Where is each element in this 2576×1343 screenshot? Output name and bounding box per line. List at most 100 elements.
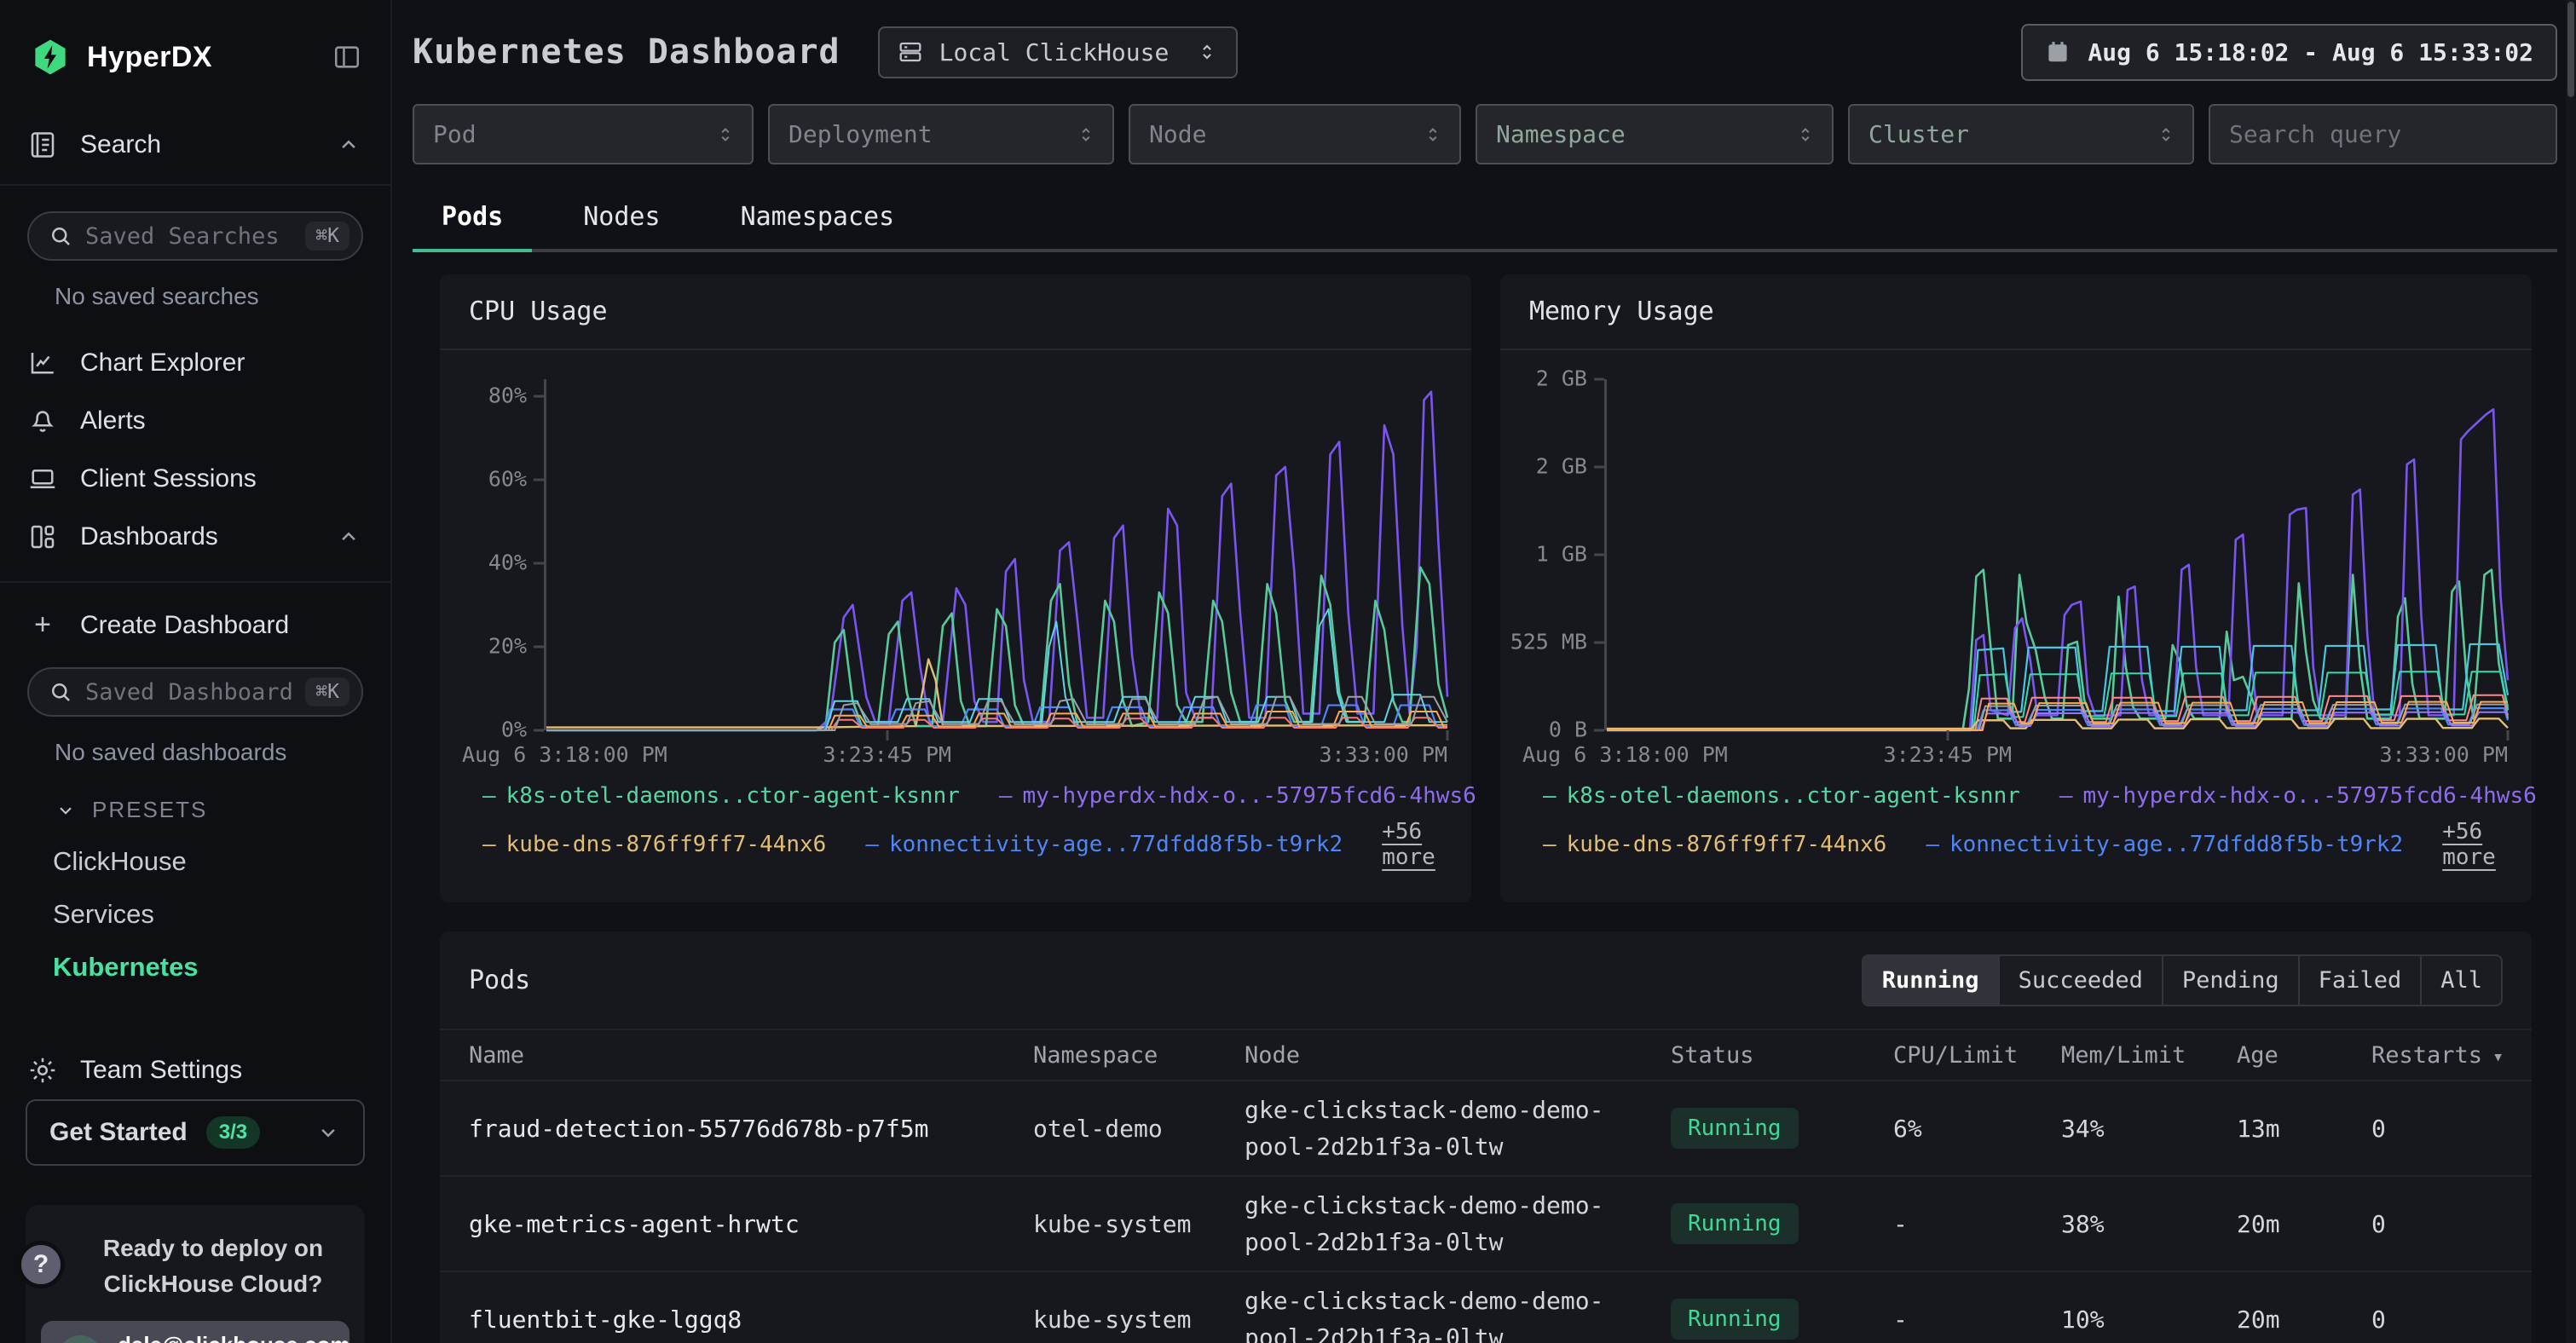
- saved-searches-field[interactable]: [85, 223, 293, 250]
- status-badge: Running: [1671, 1299, 1799, 1340]
- col-status[interactable]: Status: [1671, 1042, 1893, 1069]
- legend-item[interactable]: —my-hyperdx-hdx-o..-57975fcd6-4hws6: [2059, 783, 2537, 809]
- deployment-filter-select[interactable]: Deployment: [768, 104, 1114, 164]
- tab-bar: Pods Nodes Namespaces: [413, 187, 2557, 252]
- cpu-y-axis: 0%20%40%60%80%: [440, 379, 544, 730]
- legend-item[interactable]: —konnectivity-age..77dfdd8f5b-t9rk2: [865, 832, 1343, 857]
- select-updown-icon: [2155, 124, 2177, 146]
- x-tick-mark: [886, 730, 888, 741]
- get-started-button[interactable]: Get Started 3/3: [26, 1099, 365, 1166]
- search-query-input[interactable]: [2229, 120, 2537, 148]
- legend-item[interactable]: —kube-dns-876ff9ff7-44nx6: [482, 832, 826, 857]
- namespace-filter-select[interactable]: Namespace: [1476, 104, 1834, 164]
- memory-chart-plot[interactable]: [1604, 379, 2508, 730]
- status-filter-failed[interactable]: Failed: [2300, 956, 2423, 1005]
- pod-name: fraud-detection-55776d678b-p7f5m: [469, 1115, 1033, 1143]
- col-mem-limit[interactable]: Mem/Limit: [2061, 1042, 2237, 1069]
- col-age[interactable]: Age: [2237, 1042, 2371, 1069]
- sidebar-item-client-sessions[interactable]: Client Sessions: [0, 450, 390, 508]
- saved-dashboards-input[interactable]: ⌘K: [27, 667, 363, 717]
- cloud-promo-card[interactable]: ? Ready to deploy on ClickHouse Cloud? D…: [26, 1205, 365, 1343]
- x-tick-mark: [1447, 730, 1449, 741]
- sidebar-item-search[interactable]: Search: [0, 116, 390, 186]
- legend-item[interactable]: —konnectivity-age..77dfdd8f5b-t9rk2: [1926, 832, 2403, 857]
- pod-restarts: 0: [2371, 1115, 2503, 1143]
- pod-age: 20m: [2237, 1306, 2371, 1334]
- y-tick-label: 2 GB: [1500, 455, 1587, 480]
- cluster-filter-select[interactable]: Cluster: [1848, 104, 2194, 164]
- legend-item[interactable]: —my-hyperdx-hdx-o..-57975fcd6-4hws6: [999, 783, 1476, 809]
- legend-more-link[interactable]: +56 more: [2442, 819, 2504, 870]
- cpu-usage-panel: CPU Usage 0%20%40%60%80% Aug 6 3:18:00 P…: [440, 274, 1471, 902]
- col-cpu-limit[interactable]: CPU/Limit: [1893, 1042, 2061, 1069]
- node-filter-select[interactable]: Node: [1129, 104, 1461, 164]
- saved-searches-input[interactable]: ⌘K: [27, 211, 363, 261]
- pod-node: gke-clickstack-demo-demo-pool-2d2b1f3a-0…: [1245, 1187, 1606, 1261]
- preset-item-kubernetes[interactable]: Kubernetes: [0, 941, 390, 994]
- col-namespace[interactable]: Namespace: [1033, 1042, 1245, 1069]
- sidebar-item-label: Team Settings: [80, 1056, 242, 1085]
- status-filter-all[interactable]: All: [2422, 956, 2501, 1005]
- pod-filter-select[interactable]: Pod: [413, 104, 754, 164]
- y-tick-label: 80%: [440, 383, 527, 408]
- tab-nodes[interactable]: Nodes: [554, 187, 689, 249]
- chevron-up-icon[interactable]: [336, 524, 361, 550]
- sidebar-item-chart-explorer[interactable]: Chart Explorer: [0, 334, 390, 392]
- col-name[interactable]: Name: [469, 1042, 1033, 1069]
- memory-usage-panel: Memory Usage 0 B525 MB1 GB2 GB2 GB Aug 6…: [1500, 274, 2532, 902]
- preset-item-services[interactable]: Services: [0, 888, 390, 941]
- x-tick-label: 3:33:00 PM: [1319, 742, 1447, 767]
- no-saved-searches-note: No saved searches: [0, 261, 390, 334]
- sidebar-item-alerts[interactable]: Alerts: [0, 392, 390, 450]
- sidebar-item-dashboards[interactable]: Dashboards: [0, 508, 390, 566]
- saved-dashboards-field[interactable]: [85, 679, 293, 706]
- chart-icon: [27, 348, 58, 378]
- tab-pods[interactable]: Pods: [413, 187, 532, 249]
- legend-more-link[interactable]: +56 more: [1382, 819, 1444, 870]
- source-select[interactable]: Local ClickHouse: [878, 26, 1238, 78]
- scrollbar-thumb[interactable]: [2567, 2, 2574, 97]
- col-restarts[interactable]: Restarts▾: [2371, 1042, 2504, 1069]
- user-menu[interactable]: D dale@clickhouse.com dale@clickhouse.co…: [41, 1321, 349, 1343]
- hyperdx-logo-icon: [31, 37, 70, 77]
- table-row[interactable]: fluentbit-gke-lggq8 kube-system gke-clic…: [440, 1272, 2532, 1343]
- y-tick-label: 60%: [440, 467, 527, 492]
- cpu-chart-plot[interactable]: [544, 379, 1447, 730]
- status-filter-pending[interactable]: Pending: [2163, 956, 2300, 1005]
- search-icon: [48, 223, 73, 249]
- chart-line-svg: [1607, 379, 2508, 730]
- col-node[interactable]: Node: [1245, 1042, 1671, 1069]
- preset-item-clickhouse[interactable]: ClickHouse: [0, 835, 390, 888]
- collapse-sidebar-icon[interactable]: [332, 43, 361, 72]
- charts-row: CPU Usage 0%20%40%60%80% Aug 6 3:18:00 P…: [440, 274, 2532, 902]
- table-row[interactable]: gke-metrics-agent-hrwtc kube-system gke-…: [440, 1177, 2532, 1272]
- sidebar: HyperDX Search ⌘K No saved searches Char…: [0, 0, 392, 1343]
- journal-search-icon: [27, 130, 58, 160]
- shortcut-badge: ⌘K: [305, 222, 349, 251]
- page-scrollbar[interactable]: [2566, 0, 2576, 1343]
- dashboard-grid-icon: [27, 522, 58, 552]
- topbar: Kubernetes Dashboard Local ClickHouse Au…: [413, 0, 2557, 104]
- status-filter-running[interactable]: Running: [1863, 956, 2000, 1005]
- sidebar-item-team-settings[interactable]: Team Settings: [0, 1041, 390, 1099]
- presets-toggle[interactable]: PRESETS: [0, 771, 390, 835]
- table-row[interactable]: fraud-detection-55776d678b-p7f5m otel-de…: [440, 1081, 2532, 1177]
- chevron-down-icon: [55, 799, 77, 821]
- select-updown-icon: [1195, 40, 1219, 64]
- legend-item[interactable]: —k8s-otel-daemons..ctor-agent-ksnnr: [482, 783, 960, 809]
- legend-item[interactable]: —kube-dns-876ff9ff7-44nx6: [1543, 832, 1886, 857]
- status-filter-succeeded[interactable]: Succeeded: [2000, 956, 2163, 1005]
- tab-namespaces[interactable]: Namespaces: [712, 187, 924, 249]
- x-tick-label: 3:33:00 PM: [2379, 742, 2508, 767]
- sidebar-divider: [0, 581, 390, 583]
- pod-restarts: 0: [2371, 1306, 2503, 1334]
- create-dashboard-button[interactable]: + Create Dashboard: [0, 595, 390, 655]
- help-button[interactable]: ?: [17, 1241, 65, 1288]
- bell-icon: [27, 406, 58, 436]
- search-query-box[interactable]: [2209, 104, 2557, 164]
- x-tick-label: 3:23:45 PM: [823, 742, 952, 767]
- chevron-up-icon[interactable]: [336, 132, 361, 158]
- memory-legend: —k8s-otel-daemons..ctor-agent-ksnnr—my-h…: [1500, 773, 2532, 902]
- date-range-picker[interactable]: Aug 6 15:18:02 - Aug 6 15:33:02: [2021, 24, 2557, 81]
- legend-item[interactable]: —k8s-otel-daemons..ctor-agent-ksnnr: [1543, 783, 2020, 809]
